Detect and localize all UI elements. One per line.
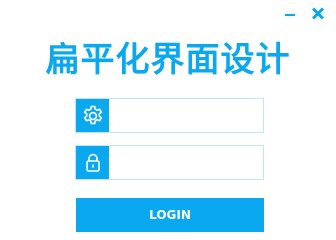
- password-input[interactable]: [109, 146, 295, 179]
- username-field: [75, 98, 295, 133]
- lock-icon: [76, 146, 109, 179]
- gear-icon: [76, 99, 109, 132]
- page-title: 扁平化界面设计: [45, 40, 291, 80]
- password-field: [75, 145, 295, 180]
- login-button[interactable]: LOGIN: [76, 198, 264, 232]
- username-input[interactable]: [109, 99, 295, 132]
- minimize-icon[interactable]: [283, 6, 297, 20]
- login-window: 扁平化界面设计 LOGIN: [0, 0, 336, 240]
- close-icon[interactable]: [311, 6, 325, 20]
